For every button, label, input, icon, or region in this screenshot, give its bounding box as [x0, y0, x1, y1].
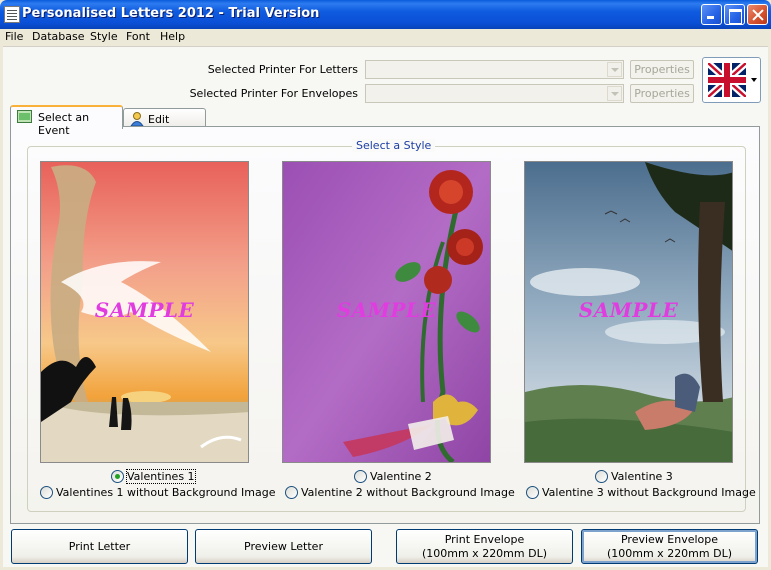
menu-style[interactable]: Style	[90, 30, 118, 43]
tab-select-an-event[interactable]: Select an Event	[10, 105, 123, 137]
style-group: Select a Style SAMPLE SAMPLE SAMPLE Vale…	[27, 139, 756, 512]
radio-button[interactable]	[285, 486, 298, 499]
button-label: Print Letter	[68, 539, 131, 553]
event-list-icon	[17, 110, 32, 123]
app-document-icon	[4, 6, 20, 23]
language-select-button[interactable]	[702, 57, 761, 103]
sample-watermark: SAMPLE	[336, 298, 437, 322]
radio-label: Valentine 2	[370, 470, 432, 483]
print-envelope-button[interactable]: Print Envelope (100mm x 220mm DL)	[396, 529, 573, 564]
radio-button[interactable]	[111, 470, 124, 483]
button-sublabel: (100mm x 220mm DL)	[606, 546, 733, 560]
style-preview-3[interactable]: SAMPLE	[524, 161, 733, 463]
radio-button[interactable]	[595, 470, 608, 483]
menu-font[interactable]: Font	[126, 30, 150, 43]
radio-label: Valentine 3	[611, 470, 673, 483]
window-title: Personalised Letters 2012 - Trial Versio…	[22, 6, 320, 21]
maximize-button[interactable]	[724, 4, 745, 25]
tab-panel-select-an-event: Select a Style SAMPLE SAMPLE SAMPLE Vale…	[10, 126, 760, 524]
button-label: Preview Letter	[244, 539, 323, 553]
letters-printer-label: Selected Printer For Letters	[207, 63, 358, 76]
minimize-button[interactable]	[701, 4, 722, 25]
radio-label: Valentine 3 without Background Image	[542, 486, 756, 499]
sample-watermark: SAMPLE	[94, 298, 195, 322]
menu-bar: File Database Style Font Help	[0, 29, 771, 46]
preview-envelope-button[interactable]: Preview Envelope (100mm x 220mm DL)	[581, 529, 758, 564]
radio-label: Valentine 2 without Background Image	[301, 486, 515, 499]
button-sublabel: (100mm x 220mm DL)	[421, 546, 548, 560]
maximize-icon	[725, 5, 744, 24]
envelopes-printer-select[interactable]	[365, 84, 624, 103]
style-preview-2[interactable]: SAMPLE	[282, 161, 491, 463]
print-letter-button[interactable]: Print Letter	[11, 529, 188, 564]
close-button[interactable]	[747, 4, 768, 25]
menu-file[interactable]: File	[5, 30, 23, 43]
chevron-down-icon[interactable]	[607, 62, 622, 77]
title-bar[interactable]: Personalised Letters 2012 - Trial Versio…	[0, 0, 771, 29]
radio-button[interactable]	[526, 486, 539, 499]
envelopes-properties-button[interactable]: Properties	[630, 84, 694, 103]
style-preview-1[interactable]: SAMPLE	[40, 161, 249, 463]
button-label: Print Envelope	[444, 532, 525, 546]
user-edit-icon	[130, 112, 145, 127]
letters-printer-select[interactable]	[365, 60, 624, 79]
tab-label: Select an Event	[38, 111, 90, 137]
menu-help[interactable]: Help	[160, 30, 185, 43]
group-title: Select a Style	[352, 139, 436, 152]
preview-letter-button[interactable]: Preview Letter	[195, 529, 372, 564]
sample-watermark: SAMPLE	[578, 298, 679, 322]
letters-properties-button[interactable]: Properties	[630, 60, 694, 79]
uk-flag-icon	[708, 63, 746, 97]
close-icon	[748, 5, 767, 24]
radio-button[interactable]	[40, 486, 53, 499]
dropdown-arrow-icon	[751, 78, 757, 82]
radio-label: Valentines 1 without Background Image	[56, 486, 276, 499]
main-window-content: Selected Printer For Letters Properties …	[3, 46, 768, 567]
minimize-icon	[702, 5, 721, 24]
envelopes-printer-label: Selected Printer For Envelopes	[189, 87, 358, 100]
radio-label: Valentines 1	[126, 469, 196, 484]
radio-button[interactable]	[354, 470, 367, 483]
button-label: Preview Envelope	[620, 532, 719, 546]
menu-database[interactable]: Database	[32, 30, 85, 43]
chevron-down-icon[interactable]	[607, 86, 622, 101]
